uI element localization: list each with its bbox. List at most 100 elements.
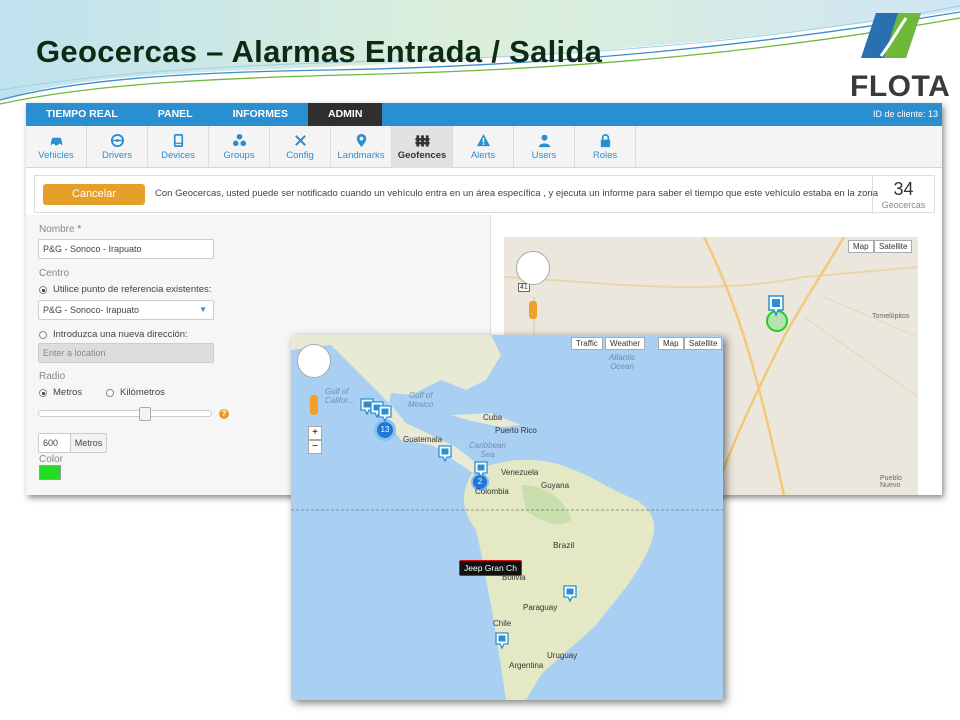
tab-config-label: Config — [286, 150, 314, 161]
admin-icon-bar: Vehicles Drivers Devices Groups Config L… — [26, 126, 942, 168]
place-label: Tomelópitos — [872, 313, 910, 320]
map-pan-control[interactable] — [297, 344, 331, 378]
geofence-count: 34 Geocercas — [872, 176, 934, 214]
tab-geofences-label: Geofences — [397, 150, 447, 161]
radio-meters[interactable] — [39, 389, 47, 397]
existing-landmark-select[interactable]: P&G - Sonoco- Irapuato ▼ — [38, 300, 214, 320]
label-puerto-rico: Puerto Rico — [495, 426, 537, 435]
tab-groups[interactable]: Groups — [209, 126, 270, 168]
label-atlantic: Atlantic Ocean — [609, 353, 636, 371]
location-input[interactable]: Enter a location — [38, 343, 214, 363]
name-label: Nombre * — [39, 224, 81, 235]
top-nav: TIEMPO REAL PANEL INFORMES ADMIN ID de c… — [26, 103, 942, 126]
vehicle-tooltip: Jeep Gran Ch — [459, 560, 522, 576]
tab-users-label: Users — [531, 150, 557, 161]
center-label: Centro — [39, 268, 70, 279]
tab-alerts[interactable]: Alerts — [453, 126, 514, 168]
tab-drivers-label: Drivers — [101, 150, 133, 161]
location-placeholder: Enter a location — [43, 348, 106, 358]
geofence-marker-icon[interactable] — [378, 405, 392, 423]
tab-vehicles[interactable]: Vehicles — [26, 126, 87, 168]
tab-roles-label: Roles — [592, 150, 618, 161]
tab-geofences[interactable]: Geofences — [392, 126, 453, 168]
pegman-icon[interactable] — [529, 301, 537, 319]
warning-icon — [476, 133, 490, 147]
tab-landmarks[interactable]: Landmarks — [331, 126, 392, 168]
label-paraguay: Paraguay — [523, 603, 558, 612]
pegman-icon[interactable] — [310, 395, 318, 415]
color-label: Color — [39, 454, 63, 465]
tab-users[interactable]: Users — [514, 126, 575, 168]
steering-wheel-icon — [110, 133, 124, 148]
slide-title: Geocercas – Alarmas Entrada / Salida — [36, 34, 603, 69]
help-icon[interactable]: ? — [219, 409, 229, 419]
tab-roles[interactable]: Roles — [575, 126, 636, 168]
tab-config[interactable]: Config — [270, 126, 331, 168]
groups-icon — [232, 133, 246, 147]
slide: Geocercas – Alarmas Entrada / Salida FLO… — [0, 0, 960, 720]
name-input[interactable]: P&G - Sonoco - Irapuato — [38, 239, 214, 259]
label-caribbean: Caribbean Sea — [469, 441, 506, 459]
radius-slider[interactable] — [38, 407, 212, 421]
color-swatch[interactable] — [39, 465, 61, 480]
radius-slider-handle[interactable] — [139, 407, 151, 421]
radio-kilometers[interactable] — [106, 389, 114, 397]
label-colombia: Colombia — [475, 487, 509, 496]
geofence-count-label: Geocercas — [881, 200, 926, 210]
device-icon — [173, 134, 183, 147]
radius-unit-button[interactable]: Metros — [70, 433, 107, 453]
map-type-satellite-button[interactable]: Satellite — [684, 337, 723, 350]
geofence-marker-icon[interactable] — [438, 445, 452, 463]
option-new-label: Introduzca una nueva dirección: — [53, 329, 188, 340]
label-brazil: Brazil — [553, 540, 575, 550]
map-type-satellite-button[interactable]: Satellite — [874, 240, 913, 253]
label-guyana: Guyana — [541, 481, 570, 490]
label-gulf-mexico: Gulf of Mexico — [408, 391, 434, 409]
required-marker: * — [77, 224, 82, 235]
zoom-in-button[interactable]: + — [308, 426, 322, 440]
overview-map[interactable]: Traffic Weather Map Satellite + − 13 2 A… — [291, 335, 723, 700]
radius-input[interactable]: 600 — [38, 433, 72, 453]
tab-landmarks-label: Landmarks — [337, 150, 385, 161]
radius-value: 600 — [43, 438, 59, 448]
traffic-button[interactable]: Traffic — [571, 337, 603, 350]
chevron-down-icon: ▼ — [199, 305, 207, 314]
client-id: ID de cliente: 13 — [872, 109, 938, 119]
nav-admin[interactable]: ADMIN — [308, 103, 383, 126]
map-pan-control[interactable] — [516, 251, 550, 285]
info-message: Con Geocercas, usted puede ser notificad… — [155, 188, 878, 199]
map-pin-icon — [356, 133, 366, 148]
tab-alerts-label: Alerts — [470, 150, 496, 161]
tab-devices-label: Devices — [161, 150, 195, 161]
nav-panel[interactable]: PANEL — [138, 103, 213, 126]
radio-new-address[interactable] — [39, 331, 47, 339]
option-existing-label: Utilice punto de referencia existentes: — [53, 284, 212, 295]
tab-devices[interactable]: Devices — [148, 126, 209, 168]
name-input-value: P&G - Sonoco - Irapuato — [43, 244, 142, 254]
map-type-map-button[interactable]: Map — [848, 240, 874, 253]
map-type-map-button[interactable]: Map — [658, 337, 684, 350]
lock-icon — [600, 134, 610, 148]
nav-tiempo-real[interactable]: TIEMPO REAL — [26, 103, 138, 126]
fence-icon — [414, 135, 430, 147]
tab-vehicles-label: Vehicles — [38, 150, 74, 161]
label-cuba: Cuba — [483, 413, 503, 422]
radio-existing[interactable] — [39, 286, 47, 294]
geofence-marker-icon[interactable] — [495, 632, 509, 650]
weather-button[interactable]: Weather — [605, 337, 646, 350]
radius-unit-label: Metros — [74, 438, 103, 448]
cancel-button[interactable]: Cancelar — [43, 184, 145, 205]
nav-informes[interactable]: INFORMES — [213, 103, 308, 126]
zoom-out-button[interactable]: − — [308, 440, 322, 454]
label-venezuela: Venezuela — [501, 468, 539, 477]
place-label-2: Pueblo Nuevo — [880, 475, 902, 489]
geofence-count-number: 34 — [893, 179, 914, 199]
tab-groups-label: Groups — [223, 150, 255, 161]
geofence-marker-icon[interactable] — [768, 295, 784, 317]
geofence-marker-icon[interactable] — [474, 461, 488, 479]
label-argentina: Argentina — [509, 661, 544, 670]
tab-drivers[interactable]: Drivers — [87, 126, 148, 168]
user-icon — [538, 134, 550, 148]
geofence-marker-icon[interactable] — [563, 585, 577, 603]
logo-text: FLOTA — [850, 70, 951, 103]
